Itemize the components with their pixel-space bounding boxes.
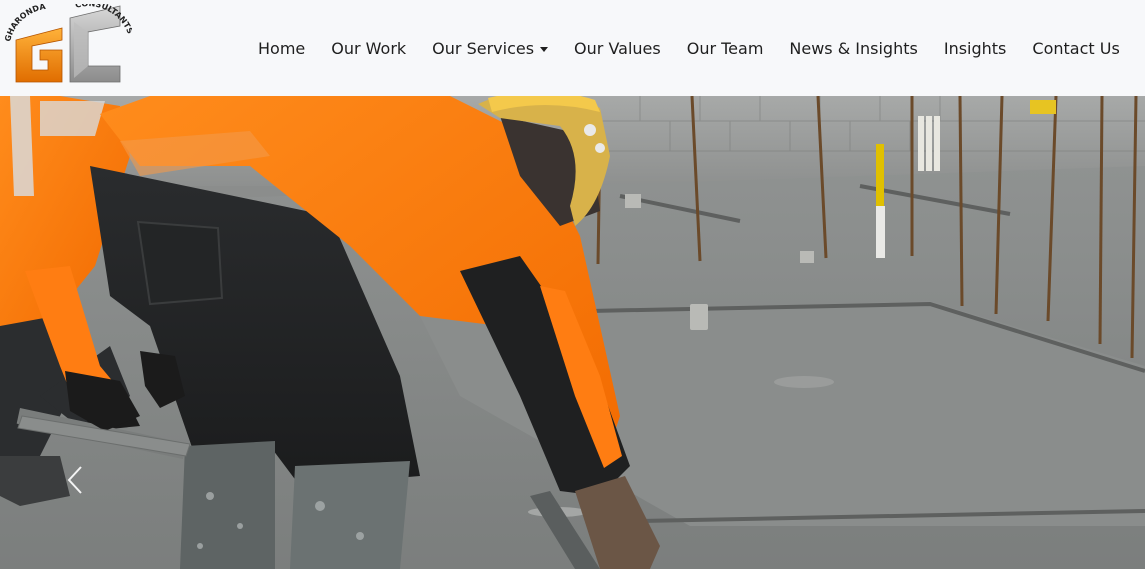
nav-item-our-services[interactable]: Our Services	[432, 38, 549, 58]
nav-item-our-values[interactable]: Our Values	[574, 39, 661, 58]
nav-label: Our Services	[432, 38, 535, 58]
nav-item-home[interactable]: Home	[258, 39, 305, 58]
nav-item-insights[interactable]: Insights	[944, 39, 1007, 58]
nav-item-contact-us[interactable]: Contact Us	[1032, 39, 1119, 58]
nav-label: Our Team	[686, 38, 764, 58]
site-header: GHARONDA CONSULTANTS Home Our Work Our S…	[0, 0, 1145, 96]
nav-item-news-insights[interactable]: News & Insights	[789, 39, 917, 58]
carousel-prev-button[interactable]	[60, 462, 90, 498]
nav-label: Our Work	[331, 38, 407, 58]
nav-label: Our Values	[574, 38, 661, 58]
nav-label: Contact Us	[1032, 38, 1120, 58]
main-nav: Home Our Work Our Services Our Values Ou…	[258, 0, 1120, 96]
nav-label: News & Insights	[789, 38, 918, 58]
nav-item-our-work[interactable]: Our Work	[331, 39, 406, 58]
gharonda-consultants-logo: GHARONDA CONSULTANTS	[4, 4, 132, 83]
brand-logo[interactable]: GHARONDA CONSULTANTS	[4, 4, 132, 86]
chevron-left-icon	[67, 466, 82, 494]
nav-item-our-team[interactable]: Our Team	[687, 39, 764, 58]
dropdown-caret-icon	[540, 46, 549, 52]
hero-image	[0, 96, 1145, 569]
nav-label: Home	[258, 38, 306, 58]
nav-label: Insights	[943, 38, 1007, 58]
hero-carousel	[0, 96, 1145, 569]
